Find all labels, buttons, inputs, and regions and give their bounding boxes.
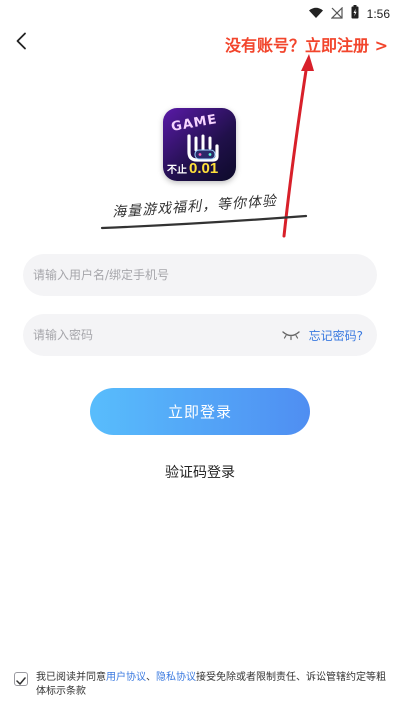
login-button[interactable]: 立即登录	[90, 388, 310, 435]
status-icons: 1:56	[308, 4, 390, 23]
password-input[interactable]	[33, 328, 281, 342]
signal-off-icon	[330, 4, 343, 23]
agreement-row: 我已阅读并同意用户协议、隐私协议接受免除或者限制责任、诉讼管辖约定等粗体标示条款	[14, 671, 386, 699]
app-logo: GAME 不止 0.01	[163, 108, 236, 181]
logo-badge-cn: 不止	[167, 165, 187, 176]
logo-badge: 不止 0.01	[167, 160, 218, 177]
agreement-prefix: 我已阅读并同意	[36, 672, 106, 683]
sms-code-login-link[interactable]: 验证码登录	[0, 462, 400, 482]
forgot-password-link[interactable]: 忘记密码?	[309, 327, 363, 344]
agreement-separator: 、	[146, 672, 156, 683]
agreement-checkbox[interactable]	[14, 672, 28, 686]
password-field[interactable]: 忘记密码?	[23, 314, 377, 356]
eye-closed-icon[interactable]	[281, 329, 301, 341]
logo-badge-number: 0.01	[189, 160, 219, 177]
agreement-text: 我已阅读并同意用户协议、隐私协议接受免除或者限制责任、诉讼管辖约定等粗体标示条款	[36, 671, 386, 699]
user-agreement-link[interactable]: 用户协议	[106, 672, 146, 683]
username-input[interactable]	[33, 268, 363, 282]
status-time: 1:56	[366, 6, 390, 21]
back-button[interactable]	[6, 28, 36, 58]
username-field[interactable]	[23, 254, 377, 296]
privacy-agreement-link[interactable]: 隐私协议	[156, 672, 196, 683]
battery-charging-icon	[351, 4, 359, 23]
wifi-icon	[308, 4, 323, 23]
status-bar: 1:56	[0, 0, 400, 24]
chevron-left-icon	[15, 32, 27, 54]
check-icon	[16, 670, 26, 689]
slogan-brush-stroke	[100, 214, 308, 230]
